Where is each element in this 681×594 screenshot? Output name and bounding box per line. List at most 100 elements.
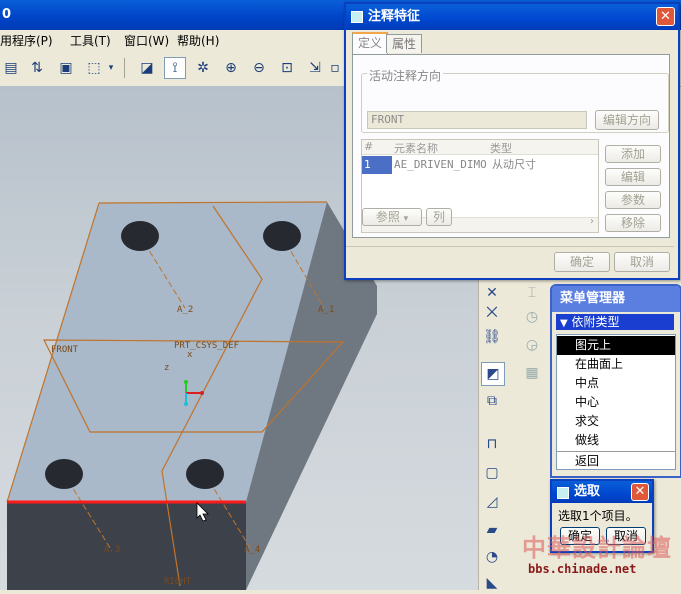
zoom-fit-icon[interactable]: ⊡ [276, 57, 298, 79]
orientation-group-label: 活动注释方向 [367, 67, 444, 84]
draft-icon[interactable]: ◿ [481, 491, 503, 513]
label-axis-a1: A_1 [318, 305, 334, 315]
shell-icon[interactable]: ▢ [481, 462, 503, 484]
menu-item-on-surface[interactable]: 在曲面上 [557, 355, 675, 374]
column-header-element-name: 元素名称 [394, 142, 438, 155]
tab-definition[interactable]: 定义 [352, 32, 389, 55]
menu-item-center[interactable]: 中心 [557, 393, 675, 412]
menu-manager: 菜单管理器 ▼ 依附类型 图元上 在曲面上 中点 中心 求交 做线 返回 [550, 284, 681, 478]
annotation-dialog-titlebar: 注释特征 ✕ [346, 4, 678, 30]
select-message: 选取1个项目。 [558, 509, 638, 523]
row-type: 从动尺寸 [492, 158, 536, 171]
label-right: RIGHT [164, 577, 192, 587]
column-button[interactable]: 列 [426, 208, 452, 226]
column-header-type: 类型 [490, 142, 512, 155]
edit-button[interactable]: 编辑 [605, 168, 661, 186]
menu-item-make-line[interactable]: 做线 [557, 431, 675, 450]
main-window-title: 0 [2, 7, 12, 22]
menu-item-return[interactable]: 返回 [557, 452, 675, 471]
regenerate-icon[interactable]: ⇅ [26, 57, 48, 79]
dialog-app-icon [557, 487, 569, 499]
label-csys: PRT_CSYS_DEF [174, 341, 239, 351]
chevron-down-icon[interactable]: ▾ [105, 57, 117, 79]
menu-section-label: 依附类型 [571, 315, 620, 329]
menu-window[interactable]: 窗口(W) [124, 32, 169, 49]
menu-applications[interactable]: 用程序(P) [0, 32, 53, 49]
chain-icon[interactable]: ⛓ [481, 326, 503, 348]
menu-manager-title: 菜单管理器 [552, 286, 680, 312]
ok-button[interactable]: 确定 [554, 252, 610, 272]
datum-axis-icon[interactable]: ⟟ [164, 57, 186, 79]
row-index: 1 [362, 156, 392, 174]
datum-csys-icon[interactable]: ⨉ [481, 302, 503, 324]
watermark-url: bbs.chinade.net [528, 562, 637, 576]
toolbar-divider [124, 58, 125, 78]
annotation-dialog-body: 定义 属性 活动注释方向 FRONT 编辑方向 # 元素名称 类型 1 AE_D… [346, 30, 678, 276]
row-element-name: AE_DRIVEN_DIMO [394, 158, 487, 171]
dialog-divider [346, 246, 674, 247]
spin-center-icon[interactable]: ✲ [192, 57, 214, 79]
extrude-icon[interactable]: ▰ [481, 519, 503, 541]
mirror-icon[interactable]: ⌶ [521, 282, 543, 304]
view-annotation-icon[interactable]: ◪ [136, 57, 158, 79]
hole-bottom-right[interactable] [186, 459, 224, 489]
revolve-icon[interactable]: ◔ [481, 546, 503, 568]
parameters-button[interactable]: 参数 [605, 191, 661, 209]
menu-section-attach-type[interactable]: ▼ 依附类型 [556, 314, 674, 330]
menu-item-intersect[interactable]: 求交 [557, 412, 675, 431]
round-icon[interactable]: ⊓ [481, 433, 503, 455]
datum-point-icon[interactable]: ✕ [481, 282, 503, 304]
remove-button[interactable]: 移除 [605, 214, 661, 232]
reorient-icon[interactable]: ⇲ [304, 57, 326, 79]
annotation-dialog-title: 注释特征 [368, 9, 421, 24]
column-header-index: # [364, 140, 374, 153]
reference-button[interactable]: 参照 ▾ [362, 208, 422, 226]
table-header: # 元素名称 类型 [362, 140, 598, 155]
edit-orientation-button[interactable]: 编辑方向 [595, 110, 659, 130]
hole-top-right[interactable] [263, 221, 301, 251]
menu-item-midpoint[interactable]: 中点 [557, 374, 675, 393]
sweep-icon[interactable]: ◣ [481, 572, 503, 594]
select-dialog-titlebar: 选取 ✕ [552, 481, 652, 503]
dialog-app-icon [351, 11, 363, 23]
zoom-in-icon[interactable]: ⊕ [220, 57, 242, 79]
hole-bottom-left[interactable] [45, 459, 83, 489]
triangle-down-icon: ▼ [560, 318, 568, 329]
annotation-feature-dialog: 注释特征 ✕ 定义 属性 活动注释方向 FRONT 编辑方向 # 元素名称 类型… [344, 2, 680, 280]
zoom-out-icon[interactable]: ⊖ [248, 57, 270, 79]
close-icon[interactable]: ✕ [631, 483, 649, 501]
annotation-feature-icon[interactable]: ◩ [481, 362, 505, 386]
close-icon[interactable]: ✕ [656, 7, 675, 26]
label-axis-a3: A_3 [104, 545, 120, 555]
tab-properties[interactable]: 属性 [386, 34, 423, 53]
hole-top-left[interactable] [121, 221, 159, 251]
label-csys-x: x [187, 350, 193, 360]
paste-icon[interactable]: ▤ [0, 57, 22, 79]
orientation-field[interactable]: FRONT [367, 111, 587, 129]
pattern-icon[interactable]: ◷ [521, 306, 543, 328]
find-icon[interactable]: ▣ [55, 57, 77, 79]
label-axis-a4: A_4 [244, 545, 260, 555]
scroll-right-icon[interactable]: › [590, 216, 594, 227]
offset-icon[interactable]: ◶ [521, 334, 543, 356]
reference-button-label: 参照 [375, 210, 400, 224]
select-dialog-title: 选取 [574, 484, 601, 499]
chevron-down-icon: ▾ [403, 214, 409, 224]
label-axis-a2: A_2 [177, 305, 193, 315]
label-csys-z: z [164, 363, 169, 373]
menu-help[interactable]: 帮助(H) [177, 32, 219, 49]
view-manager-icon[interactable]: ▫ [330, 57, 340, 79]
label-front: FRONT [51, 345, 79, 355]
grid-icon[interactable]: ▦ [521, 362, 543, 384]
table-row[interactable]: 1 AE_DRIVEN_DIMO 从动尺寸 [362, 156, 598, 174]
select-box-icon[interactable]: ⬚ [83, 57, 105, 79]
watermark: 中華設計論壇 bbs.chinade.net [522, 535, 678, 585]
menu-item-on-entity[interactable]: 图元上 [557, 336, 675, 355]
copy-geometry-icon[interactable]: ⧉ [481, 390, 503, 412]
cancel-button[interactable]: 取消 [614, 252, 670, 272]
menu-list: 图元上 在曲面上 中点 中心 求交 做线 返回 [556, 334, 676, 470]
watermark-title: 中華設計論壇 [522, 534, 672, 562]
add-button[interactable]: 添加 [605, 145, 661, 163]
menu-tools[interactable]: 工具(T) [70, 32, 111, 49]
model-front-face [7, 502, 246, 590]
